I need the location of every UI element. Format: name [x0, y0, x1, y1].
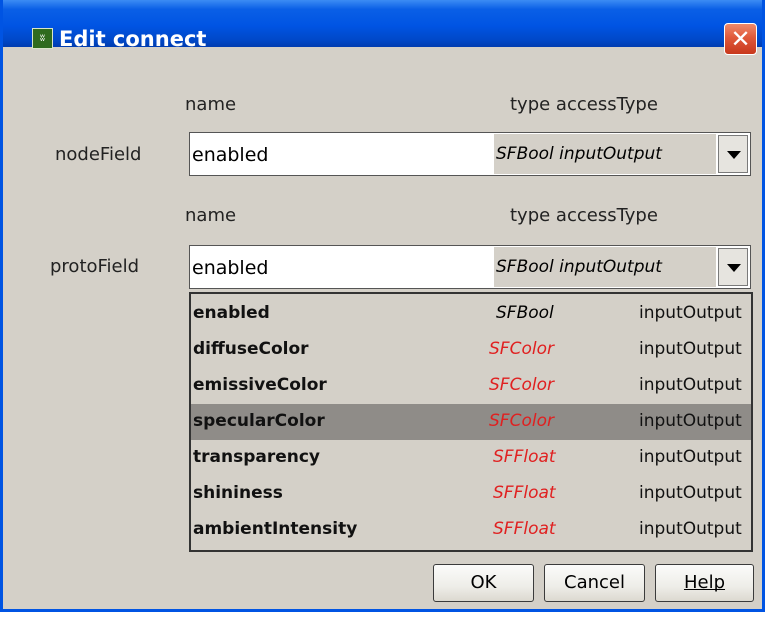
list-item-access: inputOutput: [639, 411, 742, 431]
node-field-combobox[interactable]: enabled SFBool inputOutput: [189, 132, 751, 176]
proto-field-combobox[interactable]: enabled SFBool inputOutput: [189, 245, 751, 289]
list-item-type: SFFloat: [493, 447, 556, 467]
list-item[interactable]: transparency SFFloat inputOutput: [191, 440, 751, 476]
list-item[interactable]: enabled SFBool inputOutput: [191, 296, 751, 332]
app-icon: ʬ: [32, 28, 53, 49]
list-item-name: shininess: [193, 483, 283, 503]
chevron-down-icon: [727, 264, 741, 272]
list-item[interactable]: emissiveColor SFColor inputOutput: [191, 368, 751, 404]
list-item-type: SFBool: [496, 303, 554, 323]
ok-button[interactable]: OK: [433, 564, 534, 602]
node-field-type-access: SFBool inputOutput: [494, 134, 716, 174]
proto-field-dropdown-list[interactable]: enabled SFBool inputOutput diffuseColor …: [189, 292, 753, 552]
title-bar[interactable]: ʬ Edit connect ✕: [3, 0, 762, 55]
list-item-name: specularColor: [193, 411, 325, 431]
list-item-name: enabled: [193, 303, 270, 323]
list-item-name: transparency: [193, 447, 321, 467]
help-button-label: Help: [683, 572, 726, 593]
list-item-access: inputOutput: [639, 519, 742, 539]
list-item-type: SFFloat: [493, 519, 556, 539]
list-item-type: SFFloat: [493, 483, 556, 503]
list-item-type: SFColor: [489, 339, 554, 359]
help-button[interactable]: Help: [655, 564, 754, 602]
proto-name-header: name: [185, 205, 237, 226]
proto-type-access-header: type accessType: [510, 205, 658, 226]
window-title: Edit connect: [59, 27, 207, 51]
list-item-name: emissiveColor: [193, 375, 327, 395]
proto-field-dropdown-button[interactable]: [718, 248, 748, 286]
chevron-down-icon: [727, 151, 741, 159]
list-item-access: inputOutput: [639, 447, 742, 467]
cancel-button[interactable]: Cancel: [544, 564, 645, 602]
proto-field-label: protoField: [50, 256, 140, 277]
list-item-name: ambientIntensity: [193, 519, 358, 539]
list-item-name: diffuseColor: [193, 339, 309, 359]
edit-connect-dialog: ʬ Edit connect ✕ name type accessType no…: [0, 0, 765, 612]
node-field-label: nodeField: [55, 144, 142, 165]
list-item[interactable]: diffuseColor SFColor inputOutput: [191, 332, 751, 368]
list-item-access: inputOutput: [639, 375, 742, 395]
list-item-access: inputOutput: [639, 483, 742, 503]
list-item-type: SFColor: [489, 375, 554, 395]
node-field-dropdown-button[interactable]: [718, 135, 748, 173]
list-item[interactable]: ambientIntensity SFFloat inputOutput: [191, 512, 751, 548]
node-field-value: enabled: [192, 144, 269, 166]
node-name-header: name: [185, 94, 237, 115]
close-button[interactable]: ✕: [724, 23, 757, 55]
list-item[interactable]: specularColor SFColor inputOutput: [191, 404, 751, 440]
node-type-access-header: type accessType: [510, 94, 658, 115]
list-item-access: inputOutput: [639, 339, 742, 359]
list-item-access: inputOutput: [639, 303, 742, 323]
proto-field-value: enabled: [192, 257, 269, 279]
proto-field-type-access: SFBool inputOutput: [494, 247, 716, 287]
list-item[interactable]: shininess SFFloat inputOutput: [191, 476, 751, 512]
list-item-type: SFColor: [489, 411, 554, 431]
